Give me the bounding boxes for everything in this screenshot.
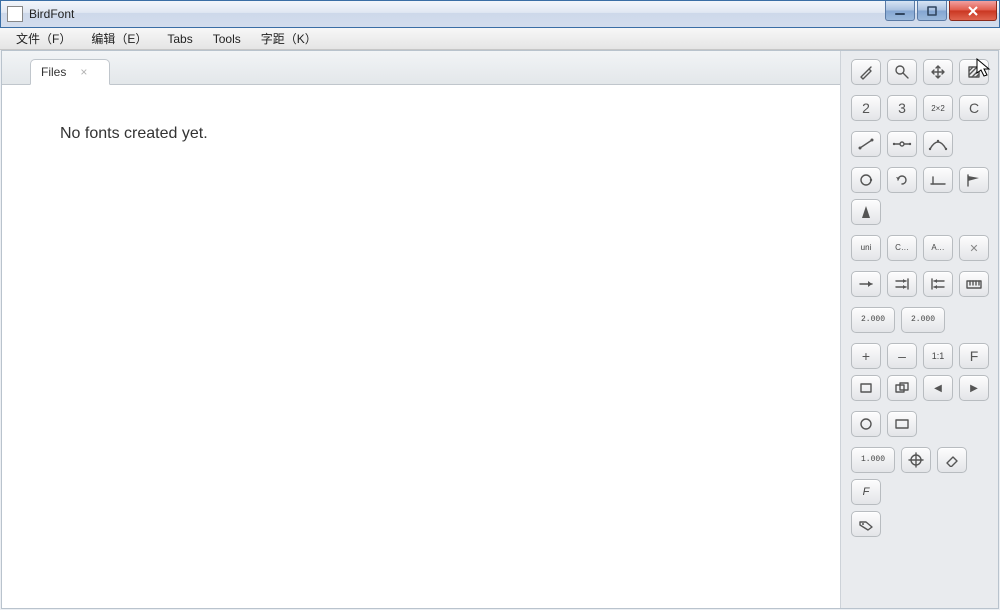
menu-edit[interactable]: 编辑（E） xyxy=(81,28,157,50)
pen-icon xyxy=(858,64,874,80)
tab-files[interactable]: Files × xyxy=(30,59,110,85)
shape-rect-button[interactable] xyxy=(887,411,917,437)
menu-tabs[interactable]: Tabs xyxy=(157,28,202,50)
title-bar: BirdFont xyxy=(0,0,1000,28)
handle-tool-button[interactable] xyxy=(887,131,917,157)
flag-tool-button[interactable] xyxy=(959,167,989,193)
value-c-field[interactable]: 1.000 xyxy=(851,447,895,473)
tab-label: Files xyxy=(41,65,66,79)
resize-tool-button[interactable] xyxy=(959,59,989,85)
window-title: BirdFont xyxy=(29,7,74,21)
handle-icon xyxy=(892,137,912,151)
pen-tool-button[interactable] xyxy=(851,59,881,85)
next-button[interactable]: ▶ xyxy=(959,375,989,401)
rotate-icon xyxy=(894,172,910,188)
close-button[interactable] xyxy=(949,1,997,21)
baseline-tool-button[interactable] xyxy=(923,167,953,193)
empty-message: No fonts created yet. xyxy=(60,125,208,143)
circle-tool-button[interactable] xyxy=(851,167,881,193)
fit-button[interactable]: F xyxy=(959,343,989,369)
tag-button[interactable] xyxy=(851,511,881,537)
shape-rect-icon xyxy=(894,417,910,431)
close-icon xyxy=(966,5,980,17)
prev-button[interactable]: ◀ xyxy=(923,375,953,401)
value-b-field[interactable]: 2.000 xyxy=(901,307,945,333)
curve-icon xyxy=(928,137,948,151)
rotate-tool-button[interactable] xyxy=(887,167,917,193)
shape-circle-icon xyxy=(858,417,874,431)
peak-tool-button[interactable] xyxy=(851,199,881,225)
target-icon xyxy=(908,452,924,468)
two-button[interactable]: 2 xyxy=(851,95,881,121)
target-button[interactable] xyxy=(901,447,931,473)
three-button[interactable]: 3 xyxy=(887,95,917,121)
menu-kerning[interactable]: 字距（K） xyxy=(251,28,327,50)
unicode-button[interactable]: uni xyxy=(851,235,881,261)
value-a-field[interactable]: 2.000 xyxy=(851,307,895,333)
align-center-icon xyxy=(893,277,911,291)
circle-path-icon xyxy=(858,172,874,188)
move-tool-button[interactable] xyxy=(923,59,953,85)
workspace: Files × No fonts created yet. xyxy=(2,51,840,608)
zoom-1to1-button[interactable]: 1:1 xyxy=(923,343,953,369)
minimize-button[interactable] xyxy=(885,1,915,21)
app-icon xyxy=(7,6,23,22)
path-tool-button[interactable] xyxy=(851,131,881,157)
curve-tool-button[interactable] xyxy=(923,131,953,157)
window-controls xyxy=(883,1,997,21)
ruler-button[interactable] xyxy=(959,271,989,297)
tool-panel: 2 3 2×2 C xyxy=(840,51,998,608)
rect-button[interactable] xyxy=(851,375,881,401)
menu-tools[interactable]: Tools xyxy=(203,28,251,50)
align-left-button[interactable] xyxy=(851,271,881,297)
menu-bar: 文件（F） 编辑（E） Tabs Tools 字距（K） xyxy=(0,28,1000,50)
flag-icon xyxy=(965,173,983,187)
shape-circle-button[interactable] xyxy=(851,411,881,437)
ruler-icon xyxy=(965,277,983,291)
grid-2x2-button[interactable]: 2×2 xyxy=(923,95,953,121)
tag-icon xyxy=(858,517,874,531)
pointer-icon xyxy=(894,64,910,80)
path-icon xyxy=(857,137,875,151)
f-italic-button[interactable]: F xyxy=(851,479,881,505)
maximize-icon xyxy=(926,5,938,17)
align-center-button[interactable] xyxy=(887,271,917,297)
c-button[interactable]: C xyxy=(959,95,989,121)
copies-button[interactable] xyxy=(887,375,917,401)
resize-icon xyxy=(966,64,982,80)
align-left-icon xyxy=(857,277,875,291)
align-right-icon xyxy=(929,277,947,291)
baseline-icon xyxy=(929,173,947,187)
eraser-button[interactable] xyxy=(937,447,967,473)
menu-file[interactable]: 文件（F） xyxy=(6,28,81,50)
tab-close-icon[interactable]: × xyxy=(80,65,87,79)
move-icon xyxy=(930,64,946,80)
c-ellipsis-button[interactable]: C… xyxy=(887,235,917,261)
copies-icon xyxy=(894,381,910,395)
tab-strip: Files × xyxy=(2,51,840,85)
minimize-icon xyxy=(894,5,906,17)
content-area: No fonts created yet. xyxy=(2,85,840,608)
pointer-tool-button[interactable] xyxy=(887,59,917,85)
zoom-out-button[interactable]: – xyxy=(887,343,917,369)
maximize-button[interactable] xyxy=(917,1,947,21)
rect-icon xyxy=(858,381,874,395)
zoom-in-button[interactable]: + xyxy=(851,343,881,369)
peak-icon xyxy=(858,204,874,220)
eraser-icon xyxy=(944,453,960,467)
x-delete-button[interactable]: ✕ xyxy=(959,235,989,261)
client-area: Files × No fonts created yet. 2 xyxy=(1,50,999,609)
align-right-button[interactable] xyxy=(923,271,953,297)
a-ellipsis-button[interactable]: A… xyxy=(923,235,953,261)
